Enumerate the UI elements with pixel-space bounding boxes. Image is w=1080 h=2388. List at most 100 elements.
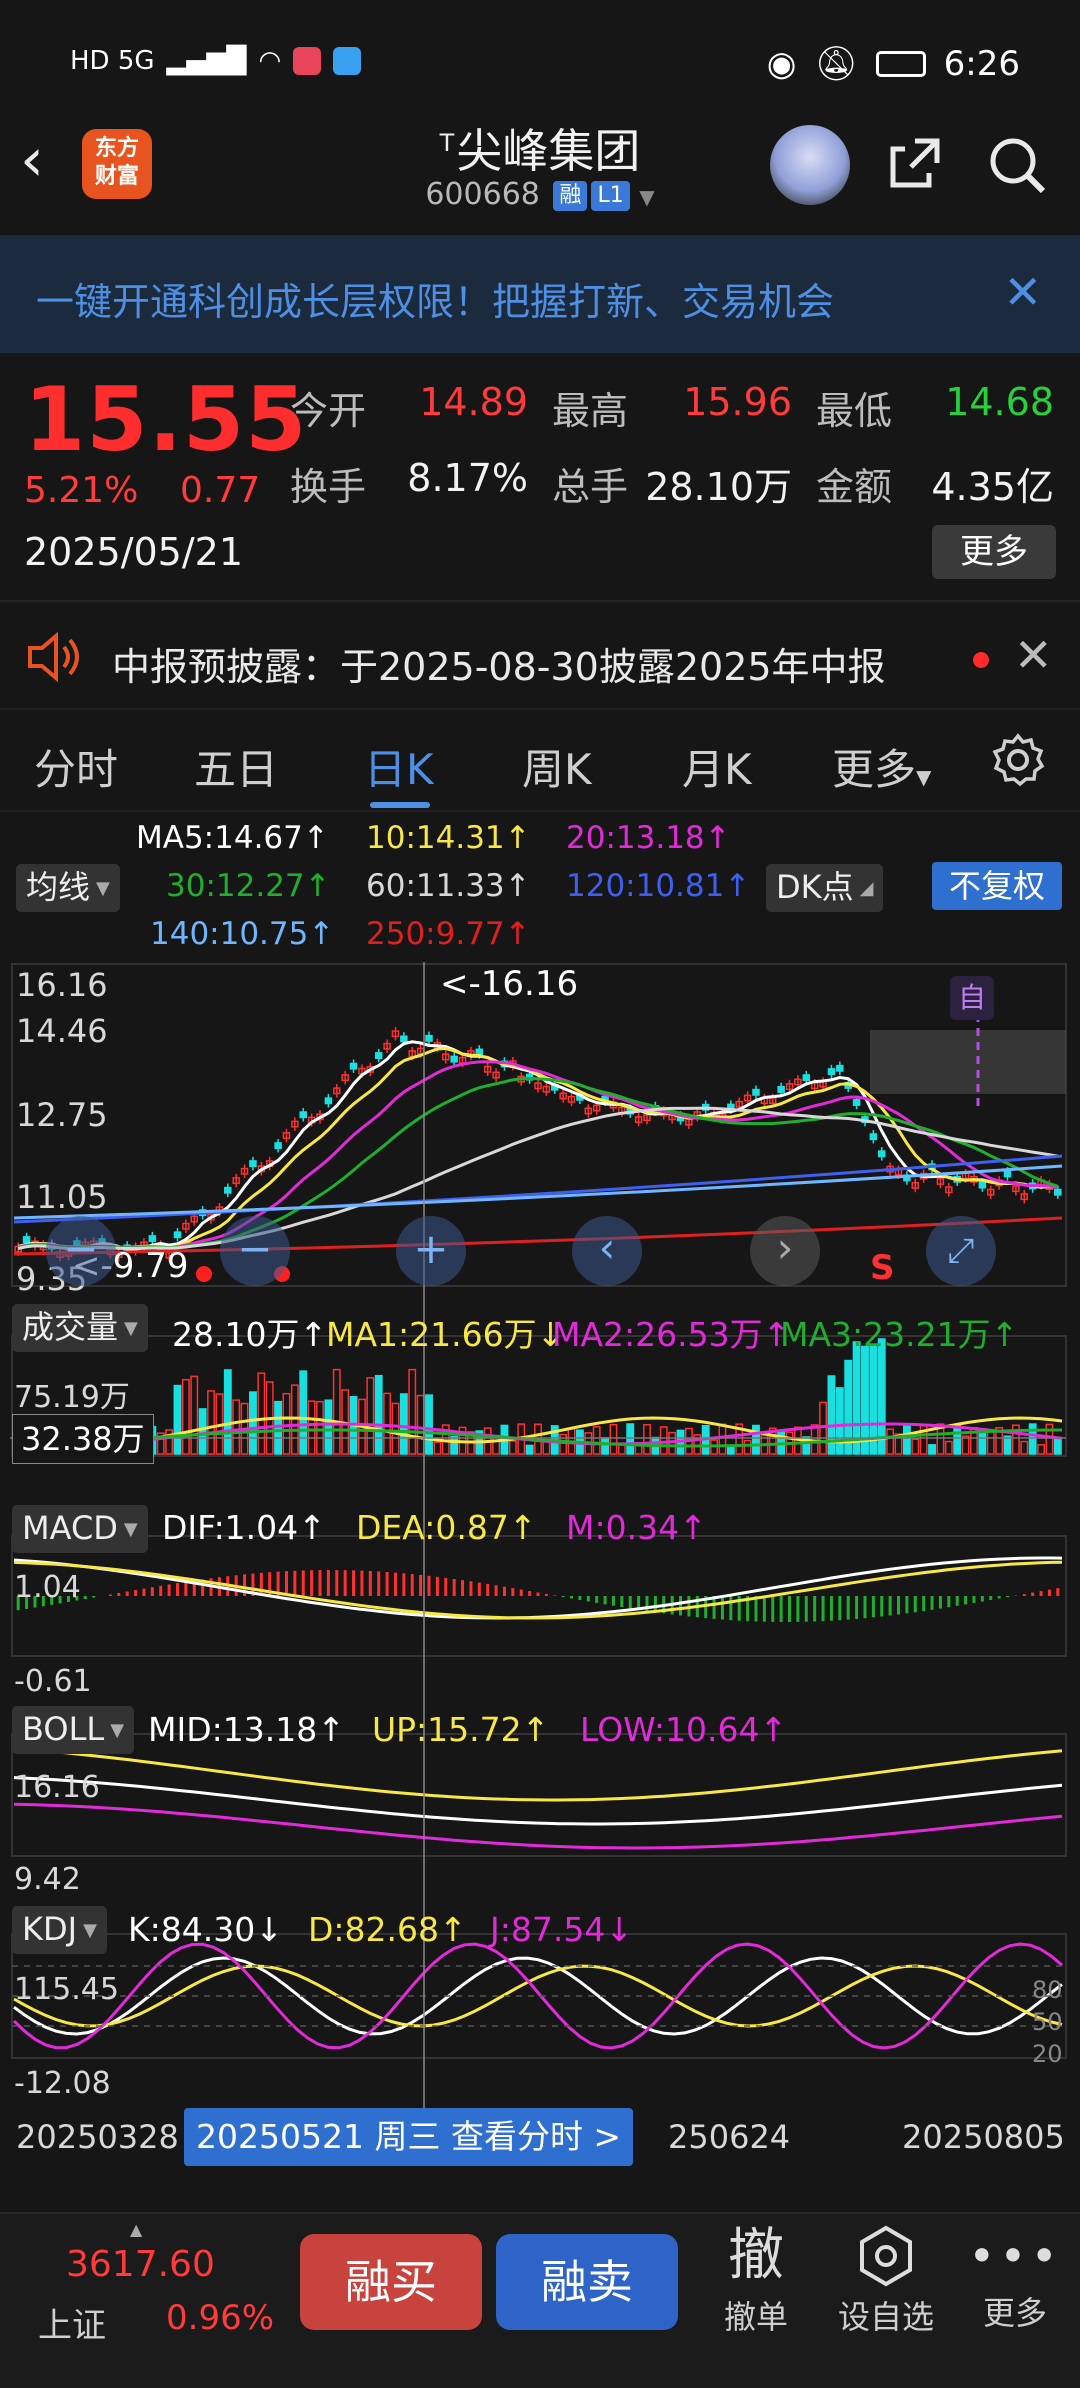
candle-body [752,1088,760,1096]
level-tag: L1 [591,180,630,211]
title-mark: T [439,128,455,157]
volume-bar [592,1426,601,1455]
cancel-order-button[interactable]: 撤 撤单 [700,2220,812,2338]
more-menu-button[interactable]: ••• 更多 [960,2224,1070,2334]
ma-select-button[interactable]: 均线 ▼ [16,864,120,912]
volume-bar [626,1423,635,1455]
margin-tag: 融 [553,180,588,211]
app-notification-icon-2 [333,47,362,75]
boll-low: LOW:10.64↑ [580,1710,788,1749]
margin-sell-button[interactable]: 融卖 [496,2234,678,2330]
auto-marker-badge[interactable]: 自 [950,976,994,1020]
volume-bar [835,1387,844,1455]
zoom-in-button[interactable]: + [396,1216,466,1286]
volume-bar [232,1399,241,1455]
ma-button-label: 均线 [26,868,91,906]
stock-code: 600668 [425,177,540,212]
chevron-down-icon: ▼ [639,185,655,209]
fullscreen-icon[interactable]: ⤢ [926,1216,996,1286]
volume-bar [408,1368,417,1455]
amount-label: 金额 [816,465,893,509]
corner-icon: ◢ [859,878,874,899]
macd-dif-line [13,1556,1063,1620]
view-intraday-button[interactable]: 20250521 周三 查看分时 > [184,2108,634,2166]
volume-bar [659,1426,668,1455]
candle-body [978,1181,987,1189]
dk-point-button[interactable]: DK点 ◢ [766,864,884,912]
candle-body [1054,1188,1062,1196]
tab-intraday[interactable]: 分时 [34,736,118,797]
last-price: 15.55 [24,368,308,471]
share-icon[interactable] [885,133,945,193]
k-axis-top: 16.16 [16,966,108,1004]
high-label: 最高 [552,389,629,433]
tab-more[interactable]: 更多▼ [832,736,931,797]
tab-monthly-k[interactable]: 月K [682,736,752,797]
tab-daily-k[interactable]: 日K [364,736,434,797]
ma20-label: 20:13.18↑ [566,820,731,856]
kdj-ref-50: 50 [1032,2008,1063,2036]
candle-body [869,1133,878,1141]
scroll-left-button[interactable]: ‹ [572,1216,642,1286]
candle-body [22,1236,31,1244]
candle-body [148,1235,157,1243]
volume-bar [953,1424,962,1455]
volume-bar [181,1378,190,1455]
ma250-label: 250:9.77↑ [366,916,531,952]
zoom-out-button[interactable]: − [46,1216,116,1286]
volume-axis-top: 75.19万 [14,1380,130,1415]
cancel-label: 撤单 [723,2298,788,2336]
margin-buy-button[interactable]: 融买 [300,2234,482,2330]
more-quote-button[interactable]: 更多 [932,525,1056,579]
notice-text: 中报预披露：于2025-08-30披露2025年中报 [112,645,886,689]
volume-bar [752,1424,760,1455]
volume-bar [366,1377,375,1455]
volume-bar [928,1444,936,1455]
volume-bar [743,1439,752,1455]
tab-weekly-k[interactable]: 周K [522,736,592,797]
amount-value: 4.35亿 [931,465,1054,509]
volume-bar [190,1375,199,1455]
kdj-indicator-button[interactable]: KDJ ▼ [12,1906,107,1954]
chevron-down-icon: ▼ [123,1519,138,1540]
zoom-out-icon[interactable]: − [220,1216,290,1286]
volume-cursor-value: 32.38万 [12,1414,154,1464]
macd-indicator-button[interactable]: MACD ▼ [12,1505,148,1553]
kdj-j: J:87.54↓ [490,1910,633,1949]
close-icon[interactable]: ✕ [1014,628,1053,682]
notice-bar[interactable]: 中报预披露：于2025-08-30披露2025年中报 ✕ [0,600,1080,710]
ma120-label: 120:10.81↑ [566,868,751,904]
volume-bar [643,1424,651,1455]
close-icon[interactable]: ✕ [1003,265,1042,319]
volume-bar [911,1438,920,1455]
volume-label: 总手 [552,465,629,509]
eye-icon: ◉ [766,44,797,84]
low-label: 最低 [816,389,893,433]
candle-body [475,1048,484,1056]
search-icon[interactable] [985,133,1049,197]
chevron-up-icon[interactable]: ▲ [130,2220,142,2239]
ma10-label: 10:14.31↑ [366,820,531,856]
volume-bar [374,1374,383,1455]
dk-label: DK点 [776,868,854,906]
kdj-k: K:84.30↓ [128,1910,283,1949]
gear-icon[interactable] [990,732,1046,788]
tab-five-day[interactable]: 五日 [194,736,278,797]
add-watchlist-button[interactable]: 设自选 [826,2224,946,2338]
kdj-ref-80: 80 [1032,1976,1063,2004]
kdj-ref-20: 20 [1032,2040,1063,2068]
more-label: 更多 [982,2294,1047,2332]
promo-banner[interactable]: 一键开通科创成长层权限！把握打新、交易机会 ✕ [0,235,1080,353]
assistant-avatar-icon[interactable] [770,125,850,205]
boll-indicator-button[interactable]: BOLL ▼ [12,1706,135,1754]
scroll-right-button[interactable]: › [750,1216,820,1286]
index-value[interactable]: 3617.60 [66,2244,215,2285]
boll-mid: MID:13.18↑ [148,1710,345,1749]
volume-bar [1003,1435,1012,1455]
chevron-down-icon: ▼ [110,1720,125,1741]
no-adjust-button[interactable]: 不复权 [932,862,1062,910]
volume-indicator-button[interactable]: 成交量 ▼ [12,1304,148,1352]
index-name[interactable]: 上证 [38,2298,106,2347]
stock-name: 尖峰集团 [456,124,641,178]
turnover-value: 8.17% [407,456,528,500]
